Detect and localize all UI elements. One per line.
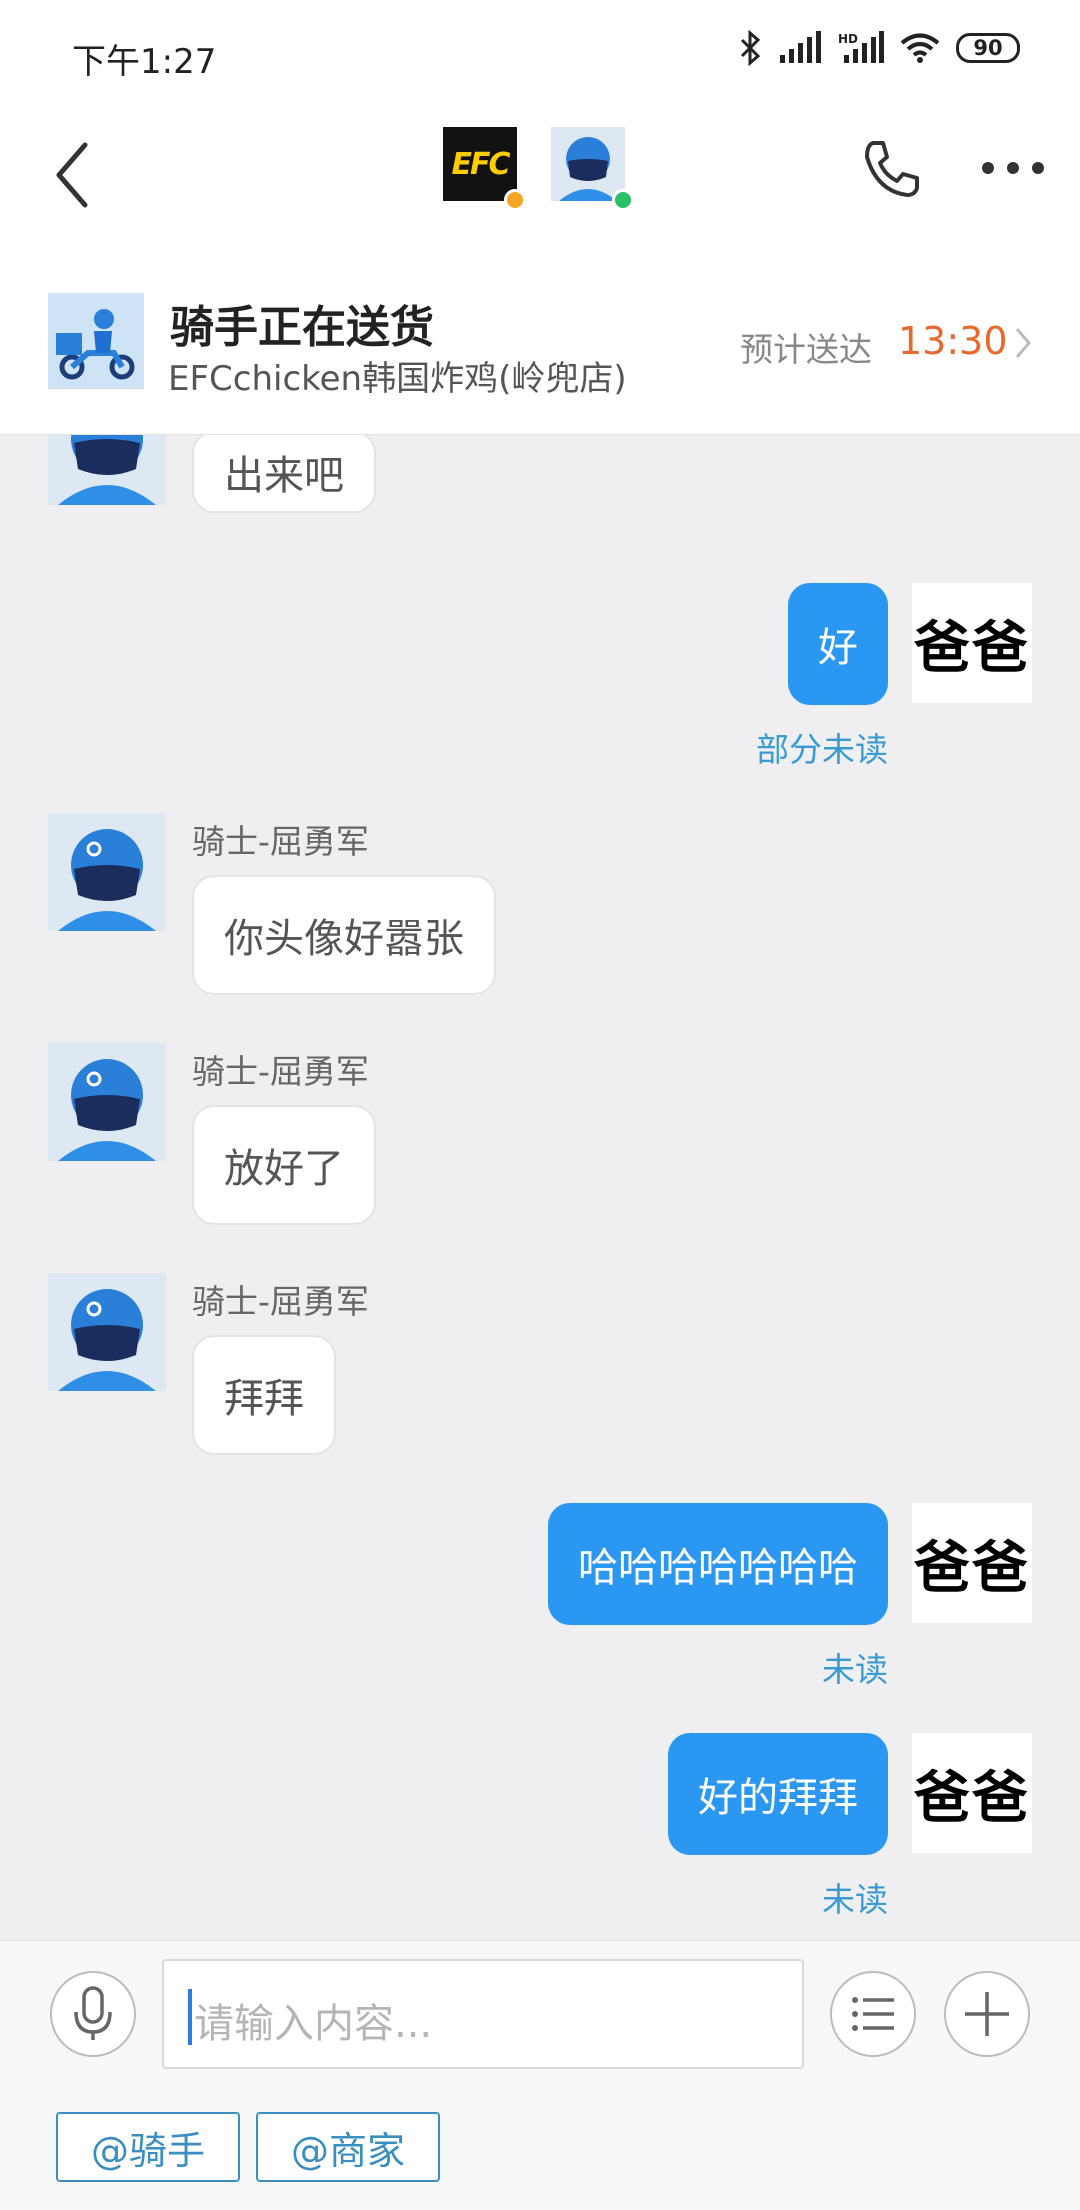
rider-message-avatar[interactable] [48, 1273, 166, 1391]
rider-message-avatar[interactable] [48, 435, 166, 505]
mention-rider-button[interactable]: @骑手 [56, 2112, 240, 2182]
voice-input-button[interactable] [50, 1971, 136, 2057]
order-status-title: 骑手正在送货 [170, 302, 434, 353]
sender-name: 骑士-屈勇军 [192, 822, 369, 861]
more-actions-button[interactable] [944, 1971, 1030, 2057]
status-bar: 下午1:27 HD 90 [0, 0, 1080, 105]
read-status: 未读 [822, 1880, 888, 1919]
rider-helmet-icon [551, 127, 625, 201]
incoming-message-bubble[interactable]: 你头像好嚣张 [192, 875, 496, 995]
order-shop-name: EFCchicken韩国炸鸡(岭兜店) [168, 359, 627, 399]
merchant-avatar[interactable]: EFC [443, 127, 517, 201]
svg-text:HD: HD [838, 32, 858, 46]
incoming-message-bubble[interactable]: 放好了 [192, 1105, 376, 1225]
plus-icon [965, 1992, 1009, 2036]
chevron-right-icon [1015, 328, 1031, 358]
merchant-logo-text: EFC [451, 146, 510, 182]
self-avatar[interactable]: 爸爸 [912, 1503, 1032, 1623]
text-caret [188, 1989, 192, 2045]
wifi-icon [900, 33, 940, 63]
battery-indicator: 90 [956, 33, 1020, 63]
sender-name: 骑士-屈勇军 [192, 1282, 369, 1321]
delivery-scooter-icon [48, 293, 144, 389]
self-avatar[interactable]: 爸爸 [912, 1733, 1032, 1853]
bluetooth-icon [740, 30, 761, 66]
outgoing-message-bubble[interactable]: 好 [788, 583, 888, 705]
list-icon [852, 1997, 894, 2031]
status-time: 下午1:27 [72, 42, 217, 82]
microphone-icon [74, 1986, 112, 2040]
mention-bar: @骑手 @商家 [0, 2085, 1080, 2210]
read-status: 部分未读 [756, 730, 888, 769]
quick-reply-button[interactable] [830, 1971, 916, 2057]
rider-avatar[interactable] [551, 127, 625, 201]
self-avatar[interactable]: 爸爸 [912, 583, 1032, 703]
mention-merchant-button[interactable]: @商家 [256, 2112, 440, 2182]
eta-label: 预计送达 [740, 330, 872, 369]
sender-name: 骑士-屈勇军 [192, 1052, 369, 1091]
rider-online-badge [612, 189, 634, 211]
message-input-bar: 请输入内容... [0, 1940, 1080, 2085]
message-input-placeholder: 请输入内容... [194, 2001, 433, 2047]
eta-time: 13:30 [898, 319, 1008, 363]
signal-icon [780, 31, 821, 63]
chat-message-list[interactable]: 出来吧 好 爸爸 部分未读 骑士-屈勇军 你头像好嚣张 骑士-屈勇军 放好了 骑… [0, 435, 1080, 1940]
hd-signal-icon: HD [838, 31, 884, 63]
read-status: 未读 [822, 1650, 888, 1689]
back-arrow-icon[interactable] [45, 135, 105, 215]
incoming-message-bubble[interactable]: 拜拜 [192, 1335, 336, 1455]
merchant-status-badge [504, 189, 526, 211]
outgoing-message-bubble[interactable]: 好的拜拜 [668, 1733, 888, 1855]
more-dots-icon[interactable] [978, 153, 1048, 183]
nav-bar: EFC [0, 105, 1080, 265]
rider-message-avatar[interactable] [48, 813, 166, 931]
order-status-card[interactable]: 骑手正在送货 EFCchicken韩国炸鸡(岭兜店) 预计送达 13:30 [0, 265, 1080, 435]
message-input[interactable]: 请输入内容... [162, 1959, 804, 2069]
incoming-message-bubble[interactable]: 出来吧 [192, 435, 376, 513]
outgoing-message-bubble[interactable]: 哈哈哈哈哈哈哈 [548, 1503, 888, 1625]
phone-icon[interactable] [855, 135, 925, 205]
status-icons: HD 90 [738, 30, 1020, 66]
rider-message-avatar[interactable] [48, 1043, 166, 1161]
